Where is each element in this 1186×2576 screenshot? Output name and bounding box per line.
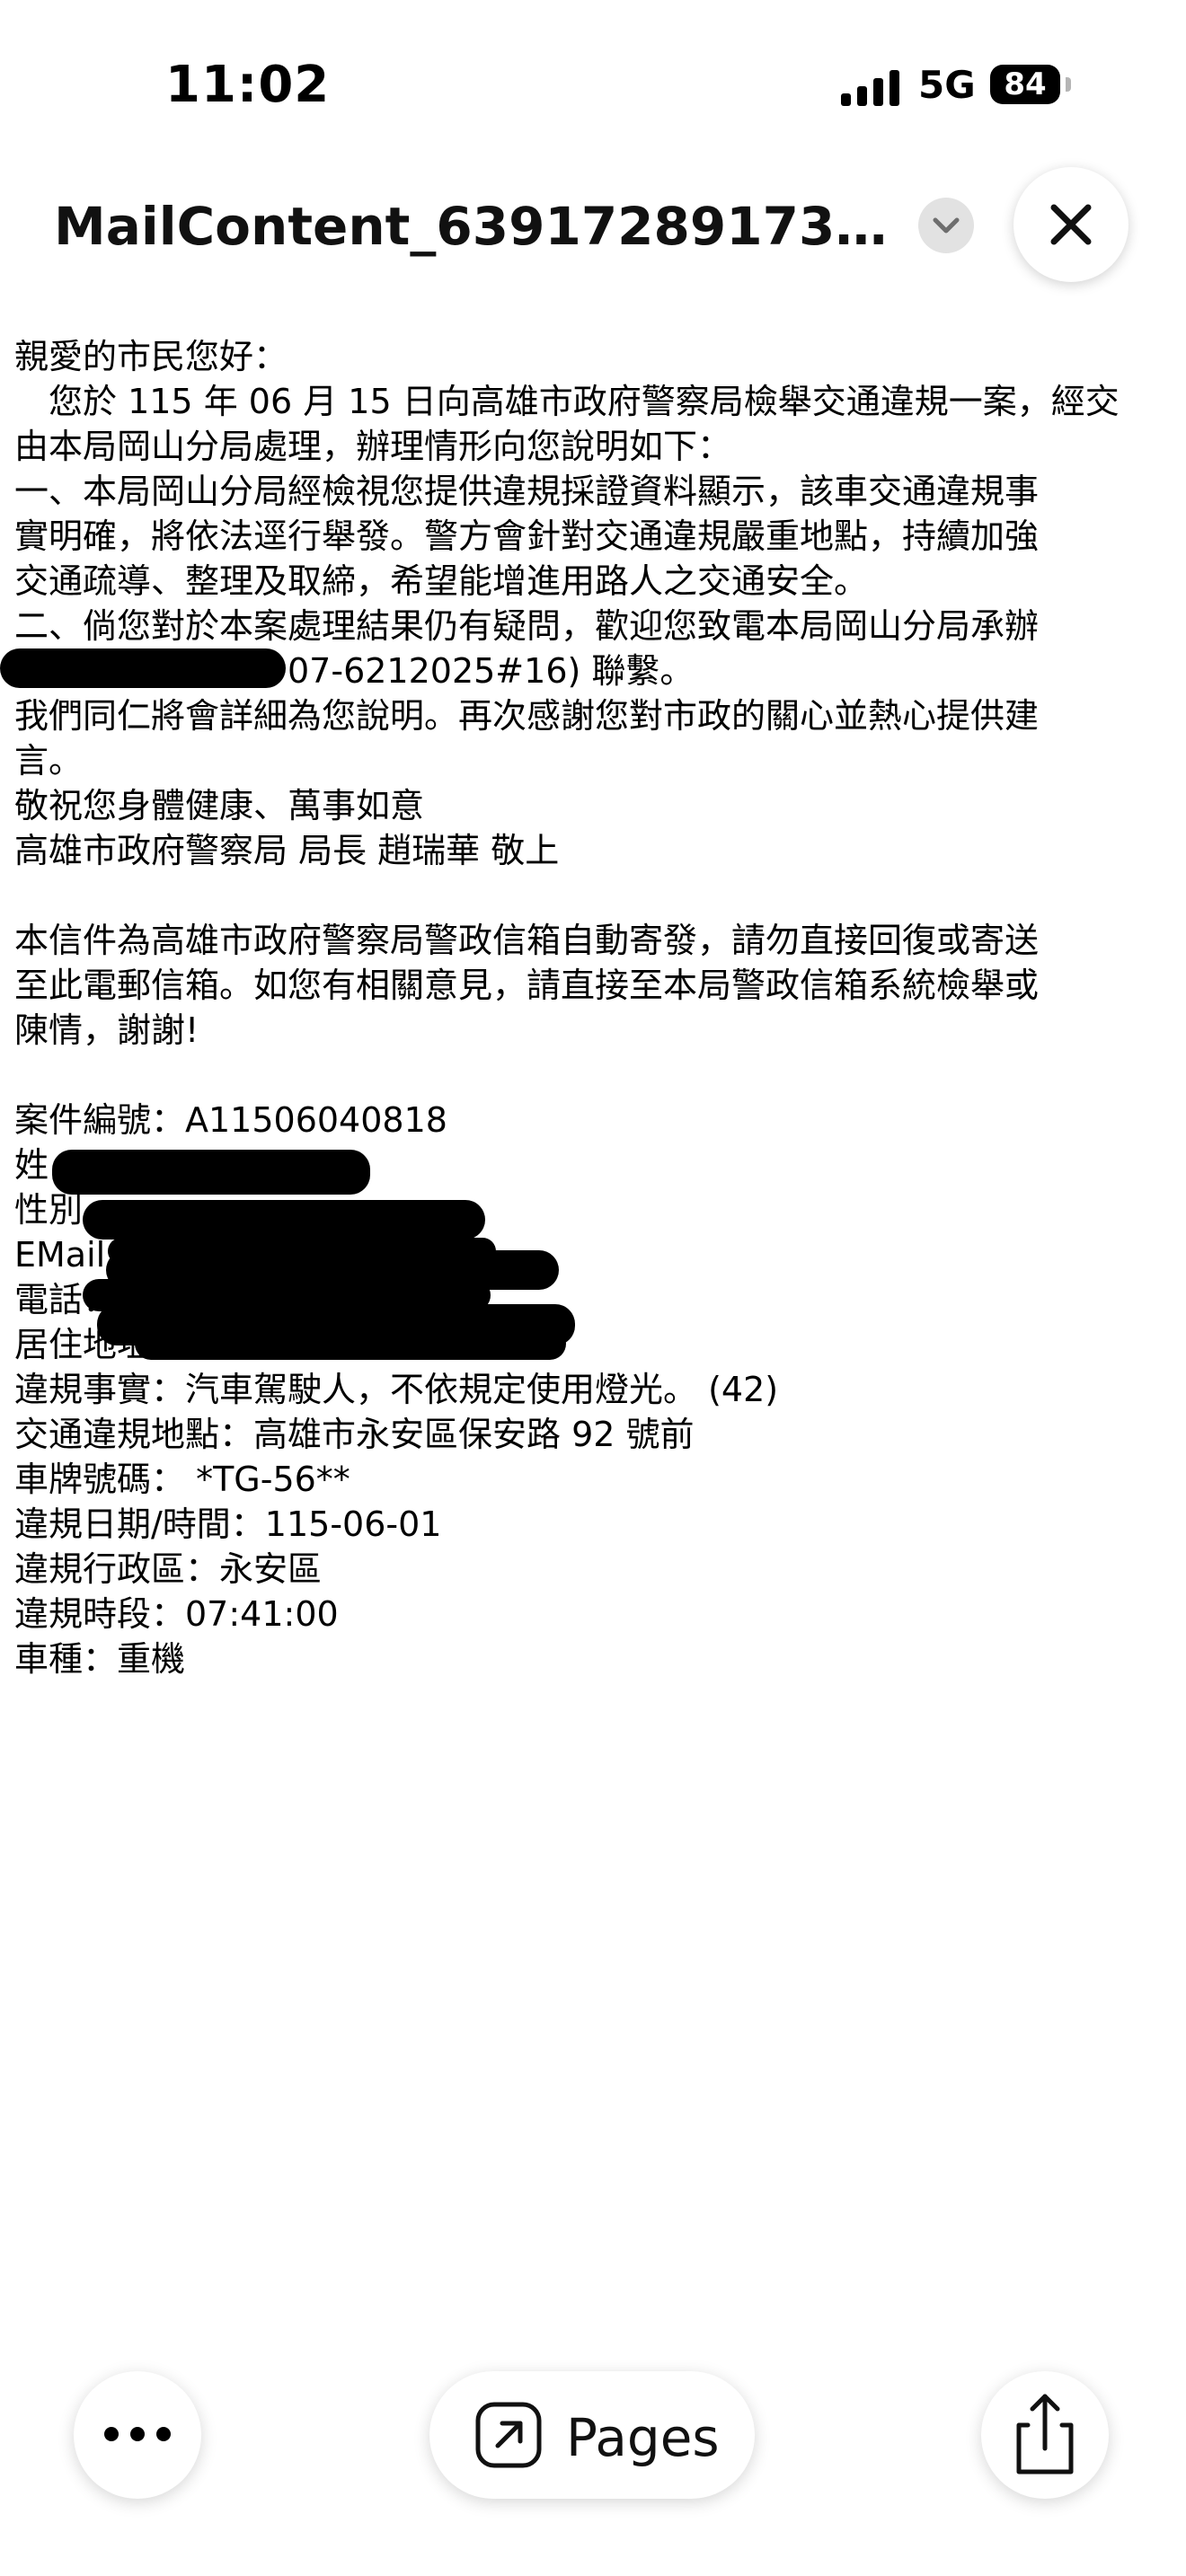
mail-line: 敬祝您身體健康、萬事如意 [14,786,425,825]
mail-line: 二、倘您對於本案處理結果仍有疑問，歡迎您致電本局岡山分局承辦 [14,606,1040,646]
mail-line: 由本局岡山分局處理，辦理情形向您說明如下： [14,427,732,466]
battery-icon: 84 [990,65,1060,104]
share-icon [1016,2394,1074,2475]
mail-line: 違規行政區：永安區 [14,1549,323,1589]
title-menu-button[interactable] [918,198,974,253]
mail-line: 我們同仁將會詳細為您說明。再次感謝您對市政的關心並熱心提供建 [14,696,1040,736]
mail-content: 親愛的市民您好： 您於 115 年 06 月 15 日向高雄市政府警察局檢舉交通… [14,334,1179,1681]
signal-strength-icon [841,70,900,106]
bottom-toolbar: Pages [0,2362,1186,2506]
mail-line: 違規事實：汽車駕駛人，不依規定使用燈光。 (42) [14,1370,779,1409]
mail-line: 車牌號碼： *TG-56** [14,1460,350,1499]
network-type: 5G [918,63,976,107]
redaction-mark [0,648,286,688]
mail-line: 本信件為高雄市政府警察局警政信箱自動寄發，請勿直接回復或寄送 [14,921,1040,960]
more-button[interactable] [74,2371,201,2499]
redaction-mark [52,1150,370,1195]
mail-line: 陳情，謝謝! [14,1010,199,1050]
mail-line: 親愛的市民您好： [14,337,288,376]
open-in-pages-icon [475,2402,542,2468]
mail-line: 實明確，將依法逕行舉發。警方會針對交通違規嚴重地點，持續加強 [14,516,1040,556]
mail-line: 高雄市政府警察局 局長 趙瑞華 敬上 [14,831,560,870]
mail-line: 交通違規地點：高雄市永安區保安路 92 號前 [14,1415,695,1454]
status-bar: 11:02 5G 84 [0,0,1186,171]
mail-line: 違規日期/時間：115-06-01 [14,1504,442,1544]
pages-label: Pages [566,2407,720,2468]
more-icon [104,2427,171,2443]
mail-line: 言。 [14,741,84,781]
mail-line: 違規時段：07:41:00 [14,1594,339,1634]
viewer-header: MailContent_63917289173011... [0,167,1186,287]
share-button[interactable] [981,2371,1109,2499]
chevron-down-icon [933,217,960,234]
document-title[interactable]: MailContent_63917289173011... [54,196,902,257]
redaction-mark [83,1200,485,1239]
close-button[interactable] [1013,167,1128,282]
battery-tip [1066,77,1071,92]
close-icon [1050,204,1092,245]
mail-line: 車種：重機 [14,1639,186,1679]
mail-line: 您於 115 年 06 月 15 日向高雄市政府警察局檢舉交通違規一案，經交 [14,382,1120,421]
status-time: 11:02 [165,56,331,114]
open-in-pages-button[interactable]: Pages [429,2371,755,2499]
mail-line: 至此電郵信箱。如您有相關意見，請直接至本局警政信箱系統檢舉或 [14,966,1040,1005]
redaction-mark [135,1328,566,1360]
mail-line: 案件編號：A11506040818 [14,1100,447,1140]
mail-line: 交通疏導、整理及取締，希望能增進用路人之交通安全。 [14,561,869,601]
mail-line: 一、本局岡山分局經檢視您提供違規採證資料顯示，該車交通違規事 [14,472,1040,511]
